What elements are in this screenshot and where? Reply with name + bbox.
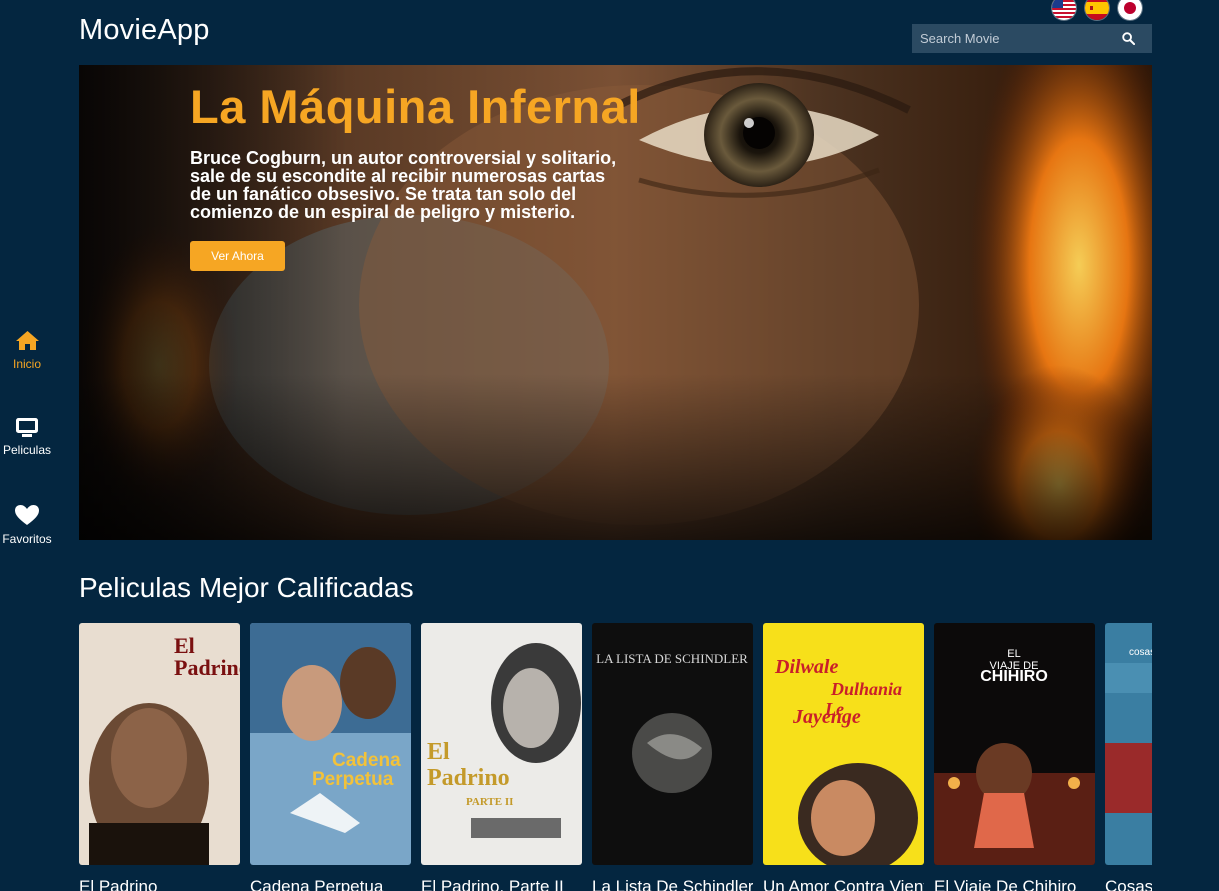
movie-poster[interactable]: El Padrino PARTE II [421, 623, 582, 865]
poster-title-line: PARTE II [466, 796, 513, 808]
movie-title[interactable]: Un Amor Contra Viento y Marea [763, 877, 924, 891]
movie-poster[interactable]: EL VIAJE DE CHIHIRO [934, 623, 1095, 865]
hero-description: Bruce Cogburn, un autor controversial y … [190, 148, 617, 222]
watch-now-button[interactable]: Ver Ahora [190, 241, 285, 271]
hero-backdrop-image [79, 65, 1152, 540]
movie-poster[interactable]: cosas [1105, 623, 1152, 865]
poster-title-line: Dilwale [774, 656, 838, 678]
poster-title-line: Cadena [332, 750, 401, 771]
search-icon [1121, 32, 1135, 45]
movie-card[interactable]: Dilwale Dulhania Le Jayenge Un Amor Cont… [763, 623, 924, 891]
poster-title-line: Padrino [427, 765, 510, 791]
movie-title[interactable]: El Padrino, Parte II [421, 877, 582, 891]
sidebar-item-label: Peliculas [2, 443, 52, 457]
language-selector [1052, 0, 1142, 20]
home-icon [15, 331, 39, 350]
poster-title-line: Perpetua [312, 769, 394, 790]
movie-title[interactable]: La Lista De Schindler [592, 877, 753, 891]
poster-title-line: CHIHIRO [980, 668, 1048, 685]
movie-poster[interactable]: El Padrino [79, 623, 240, 865]
movie-card[interactable]: Cadena Perpetua Cadena Perpetua [250, 623, 411, 891]
search-button[interactable] [1104, 24, 1152, 53]
search-bar [912, 24, 1152, 53]
heart-icon [15, 505, 39, 525]
movie-poster[interactable]: Dilwale Dulhania Le Jayenge [763, 623, 924, 865]
movie-poster[interactable]: Cadena Perpetua [250, 623, 411, 865]
poster-title-line: LA LISTA DE SCHINDLER [596, 651, 748, 666]
poster-title-line: EL [1007, 648, 1020, 660]
sidebar-item-favoritos[interactable]: Favoritos [0, 504, 54, 546]
movie-title[interactable]: Cadena Perpetua [250, 877, 411, 891]
movie-title[interactable]: Cosas [1105, 877, 1152, 891]
hero-title: La Máquina Infernal [190, 80, 641, 133]
poster-title-line: Dulhania [830, 679, 902, 699]
section-title: Peliculas Mejor Calificadas [79, 572, 414, 603]
movie-card[interactable]: cosas Cosas [1105, 623, 1152, 891]
poster-title-line: Padrino [174, 655, 240, 680]
sidebar-item-label: Favoritos [2, 532, 52, 546]
poster-title-line: El [427, 739, 450, 765]
sidebar-item-inicio[interactable]: Inicio [0, 330, 54, 371]
app-title[interactable]: MovieApp [79, 14, 210, 47]
movie-card[interactable]: LA LISTA DE SCHINDLER La Lista De Schind… [592, 623, 753, 891]
monitor-icon [16, 418, 38, 437]
us-flag-icon[interactable] [1052, 0, 1076, 20]
movie-title[interactable]: El Padrino [79, 877, 240, 891]
es-flag-icon[interactable] [1085, 0, 1109, 20]
movie-card[interactable]: El Padrino El Padrino [79, 623, 240, 891]
movie-poster[interactable]: LA LISTA DE SCHINDLER [592, 623, 753, 865]
search-input[interactable] [912, 24, 1104, 53]
jp-flag-icon[interactable] [1118, 0, 1142, 20]
movie-title[interactable]: El Viaje De Chihiro [934, 877, 1095, 891]
sidebar-item-peliculas[interactable]: Peliculas [0, 418, 54, 457]
sidebar-item-label: Inicio [12, 357, 41, 371]
movie-row: El Padrino El Padrino Cadena Perpetua Ca… [79, 623, 1152, 891]
poster-title-line: Jayenge [792, 706, 861, 728]
movie-card[interactable]: EL VIAJE DE CHIHIRO El Viaje De Chihiro [934, 623, 1095, 891]
poster-title-line: cosas [1129, 647, 1152, 658]
hero-banner: La Máquina Infernal Bruce Cogburn, un au… [79, 65, 1152, 540]
movie-card[interactable]: El Padrino PARTE II El Padrino, Parte II [421, 623, 582, 891]
